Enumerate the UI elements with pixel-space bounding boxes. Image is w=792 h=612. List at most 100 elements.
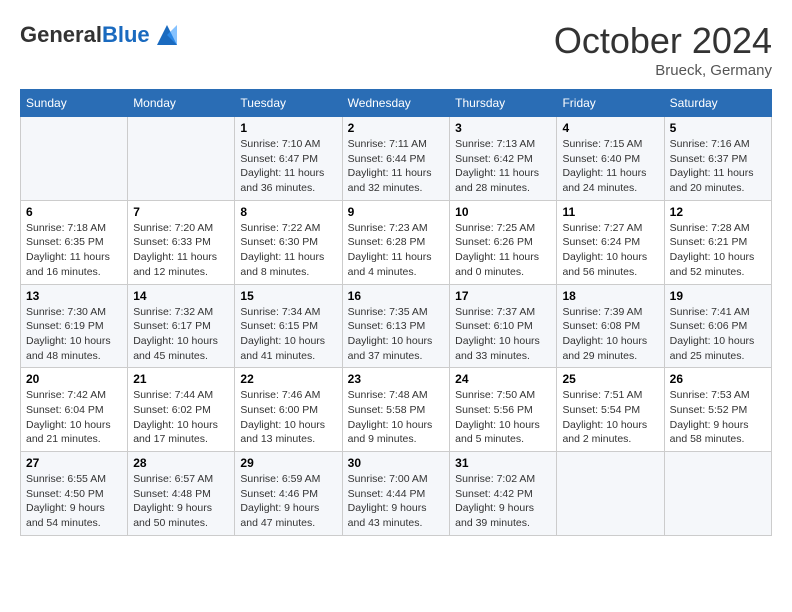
day-number: 20 <box>26 372 122 386</box>
logo-general-text: General <box>20 22 102 47</box>
day-number: 7 <box>133 205 229 219</box>
day-number: 25 <box>562 372 658 386</box>
day-number: 30 <box>348 456 445 470</box>
day-info: Sunrise: 7:25 AMSunset: 6:26 PMDaylight:… <box>455 221 551 280</box>
calendar-day-cell: 9 Sunrise: 7:23 AMSunset: 6:28 PMDaylight… <box>342 200 450 284</box>
calendar-day-cell: 29 Sunrise: 6:59 AMSunset: 4:46 PMDayligh… <box>235 452 342 536</box>
calendar-day-cell: 19 Sunrise: 7:41 AMSunset: 6:06 PMDayligh… <box>664 284 771 368</box>
calendar-day-cell <box>664 452 771 536</box>
day-info: Sunrise: 7:20 AMSunset: 6:33 PMDaylight:… <box>133 221 229 280</box>
day-info: Sunrise: 7:18 AMSunset: 6:35 PMDaylight:… <box>26 221 122 280</box>
logo: GeneralBlue <box>20 20 182 50</box>
calendar-day-cell: 18Sunrise: 7:39 AMSunset: 6:08 PMDayligh… <box>557 284 664 368</box>
calendar-week-row: 20 Sunrise: 7:42 AMSunset: 6:04 PMDayligh… <box>21 368 772 452</box>
day-number: 6 <box>26 205 122 219</box>
day-info: Sunrise: 7:32 AMSunset: 6:17 PMDaylight:… <box>133 305 229 364</box>
day-info: Sunrise: 6:55 AMSunset: 4:50 PMDaylight:… <box>26 472 122 531</box>
calendar-day-cell: 11 Sunrise: 7:27 AMSunset: 6:24 PMDayligh… <box>557 200 664 284</box>
calendar-day-cell: 30 Sunrise: 7:00 AMSunset: 4:44 PMDayligh… <box>342 452 450 536</box>
day-number: 28 <box>133 456 229 470</box>
day-number: 9 <box>348 205 445 219</box>
day-info: Sunrise: 7:50 AMSunset: 5:56 PMDaylight:… <box>455 388 551 447</box>
day-info: Sunrise: 7:13 AMSunset: 6:42 PMDaylight:… <box>455 137 551 196</box>
day-number: 19 <box>670 289 766 303</box>
day-info: Sunrise: 7:15 AMSunset: 6:40 PMDaylight:… <box>562 137 658 196</box>
calendar-day-cell: 13Sunrise: 7:30 AMSunset: 6:19 PMDayligh… <box>21 284 128 368</box>
calendar-day-cell: 6 Sunrise: 7:18 AMSunset: 6:35 PMDaylight… <box>21 200 128 284</box>
calendar-body: 1 Sunrise: 7:10 AMSunset: 6:47 PMDaylight… <box>21 117 772 536</box>
calendar-day-cell: 21 Sunrise: 7:44 AMSunset: 6:02 PMDayligh… <box>128 368 235 452</box>
calendar-day-cell <box>128 117 235 201</box>
day-number: 27 <box>26 456 122 470</box>
day-info: Sunrise: 7:22 AMSunset: 6:30 PMDaylight:… <box>240 221 336 280</box>
day-info: Sunrise: 7:00 AMSunset: 4:44 PMDaylight:… <box>348 472 445 531</box>
title-block: October 2024 Brueck, Germany <box>554 20 772 79</box>
day-number: 26 <box>670 372 766 386</box>
calendar-week-row: 27 Sunrise: 6:55 AMSunset: 4:50 PMDayligh… <box>21 452 772 536</box>
day-info: Sunrise: 7:39 AMSunset: 6:08 PMDaylight:… <box>562 305 658 364</box>
day-number: 11 <box>562 205 658 219</box>
day-info: Sunrise: 7:48 AMSunset: 5:58 PMDaylight:… <box>348 388 445 447</box>
day-info: Sunrise: 7:41 AMSunset: 6:06 PMDaylight:… <box>670 305 766 364</box>
day-number: 24 <box>455 372 551 386</box>
day-number: 1 <box>240 121 336 135</box>
day-info: Sunrise: 7:28 AMSunset: 6:21 PMDaylight:… <box>670 221 766 280</box>
day-info: Sunrise: 7:37 AMSunset: 6:10 PMDaylight:… <box>455 305 551 364</box>
calendar-week-row: 6 Sunrise: 7:18 AMSunset: 6:35 PMDaylight… <box>21 200 772 284</box>
weekday-header-cell: Tuesday <box>235 90 342 117</box>
calendar-day-cell: 27 Sunrise: 6:55 AMSunset: 4:50 PMDayligh… <box>21 452 128 536</box>
day-info: Sunrise: 7:35 AMSunset: 6:13 PMDaylight:… <box>348 305 445 364</box>
day-info: Sunrise: 7:16 AMSunset: 6:37 PMDaylight:… <box>670 137 766 196</box>
day-number: 17 <box>455 289 551 303</box>
day-number: 12 <box>670 205 766 219</box>
calendar-day-cell <box>557 452 664 536</box>
day-info: Sunrise: 6:57 AMSunset: 4:48 PMDaylight:… <box>133 472 229 531</box>
weekday-header-row: SundayMondayTuesdayWednesdayThursdayFrid… <box>21 90 772 117</box>
day-number: 2 <box>348 121 445 135</box>
day-number: 15 <box>240 289 336 303</box>
calendar-day-cell: 15Sunrise: 7:34 AMSunset: 6:15 PMDayligh… <box>235 284 342 368</box>
calendar-day-cell: 25Sunrise: 7:51 AMSunset: 5:54 PMDayligh… <box>557 368 664 452</box>
calendar-week-row: 1 Sunrise: 7:10 AMSunset: 6:47 PMDaylight… <box>21 117 772 201</box>
day-info: Sunrise: 7:23 AMSunset: 6:28 PMDaylight:… <box>348 221 445 280</box>
day-number: 5 <box>670 121 766 135</box>
day-info: Sunrise: 7:27 AMSunset: 6:24 PMDaylight:… <box>562 221 658 280</box>
calendar-day-cell: 28 Sunrise: 6:57 AMSunset: 4:48 PMDayligh… <box>128 452 235 536</box>
weekday-header-cell: Sunday <box>21 90 128 117</box>
calendar-day-cell: 23 Sunrise: 7:48 AMSunset: 5:58 PMDayligh… <box>342 368 450 452</box>
day-info: Sunrise: 7:10 AMSunset: 6:47 PMDaylight:… <box>240 137 336 196</box>
calendar-day-cell: 16 Sunrise: 7:35 AMSunset: 6:13 PMDayligh… <box>342 284 450 368</box>
calendar-day-cell: 24 Sunrise: 7:50 AMSunset: 5:56 PMDayligh… <box>450 368 557 452</box>
day-info: Sunrise: 7:53 AMSunset: 5:52 PMDaylight:… <box>670 388 766 447</box>
calendar-day-cell: 17 Sunrise: 7:37 AMSunset: 6:10 PMDayligh… <box>450 284 557 368</box>
day-info: Sunrise: 6:59 AMSunset: 4:46 PMDaylight:… <box>240 472 336 531</box>
day-info: Sunrise: 7:42 AMSunset: 6:04 PMDaylight:… <box>26 388 122 447</box>
page-header: GeneralBlue October 2024 Brueck, Germany <box>20 20 772 79</box>
calendar-day-cell: 22 Sunrise: 7:46 AMSunset: 6:00 PMDayligh… <box>235 368 342 452</box>
weekday-header-cell: Friday <box>557 90 664 117</box>
day-number: 22 <box>240 372 336 386</box>
weekday-header-cell: Saturday <box>664 90 771 117</box>
logo-blue-text: Blue <box>102 22 150 47</box>
calendar-day-cell: 2 Sunrise: 7:11 AMSunset: 6:44 PMDaylight… <box>342 117 450 201</box>
day-number: 21 <box>133 372 229 386</box>
calendar-day-cell: 7 Sunrise: 7:20 AMSunset: 6:33 PMDaylight… <box>128 200 235 284</box>
logo-icon <box>152 20 182 50</box>
day-number: 8 <box>240 205 336 219</box>
day-number: 23 <box>348 372 445 386</box>
location-text: Brueck, Germany <box>554 62 772 79</box>
calendar-day-cell: 26 Sunrise: 7:53 AMSunset: 5:52 PMDayligh… <box>664 368 771 452</box>
day-info: Sunrise: 7:11 AMSunset: 6:44 PMDaylight:… <box>348 137 445 196</box>
day-number: 29 <box>240 456 336 470</box>
day-info: Sunrise: 7:44 AMSunset: 6:02 PMDaylight:… <box>133 388 229 447</box>
day-number: 16 <box>348 289 445 303</box>
day-number: 31 <box>455 456 551 470</box>
day-number: 10 <box>455 205 551 219</box>
calendar-day-cell: 20 Sunrise: 7:42 AMSunset: 6:04 PMDayligh… <box>21 368 128 452</box>
calendar-week-row: 13Sunrise: 7:30 AMSunset: 6:19 PMDayligh… <box>21 284 772 368</box>
calendar-day-cell: 3Sunrise: 7:13 AMSunset: 6:42 PMDaylight… <box>450 117 557 201</box>
day-number: 14 <box>133 289 229 303</box>
calendar-day-cell: 8 Sunrise: 7:22 AMSunset: 6:30 PMDaylight… <box>235 200 342 284</box>
day-number: 4 <box>562 121 658 135</box>
day-info: Sunrise: 7:46 AMSunset: 6:00 PMDaylight:… <box>240 388 336 447</box>
